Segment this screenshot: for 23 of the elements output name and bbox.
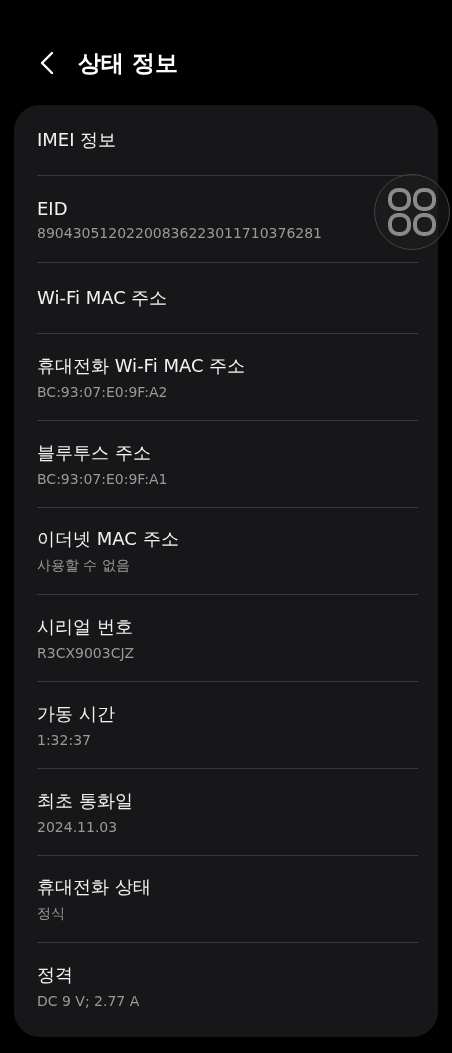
item-label[interactable]: EID (37, 197, 418, 219)
item-label[interactable]: 최초 통화일 (37, 789, 418, 813)
item-value: BC:93:07:E0:9F:A1 (37, 471, 169, 487)
back-icon[interactable] (40, 51, 54, 75)
item-value: R3CX9003CJZ (37, 645, 136, 661)
item-label[interactable]: 시리얼 번호 (37, 615, 418, 639)
item-label[interactable]: IMEI 정보 (37, 128, 418, 152)
item-label[interactable]: 휴대전화 상태 (37, 875, 418, 899)
page-title: 상태 정보 (78, 48, 178, 78)
item-value: 1:32:37 (37, 732, 92, 748)
grid-icon (387, 187, 437, 237)
item-value: DC 9 V; 2.77 A (37, 993, 141, 1009)
item-label[interactable]: Wi-Fi MAC 주소 (37, 286, 418, 310)
item-label[interactable]: 블루투스 주소 (37, 441, 418, 465)
item-label[interactable]: 가동 시간 (37, 702, 418, 726)
item-value: 89043051202200836223011710376281 (37, 224, 324, 241)
item-label[interactable]: 이더넷 MAC 주소 (37, 527, 418, 551)
item-label[interactable]: 정격 (37, 963, 418, 987)
item-label[interactable]: 휴대전화 Wi-Fi MAC 주소 (37, 354, 418, 378)
item-value: 정식 (37, 905, 66, 923)
item-value: 사용할 수 없음 (37, 557, 131, 575)
item-value: BC:93:07:E0:9F:A2 (37, 384, 169, 400)
item-value: 2024.11.03 (37, 819, 119, 835)
